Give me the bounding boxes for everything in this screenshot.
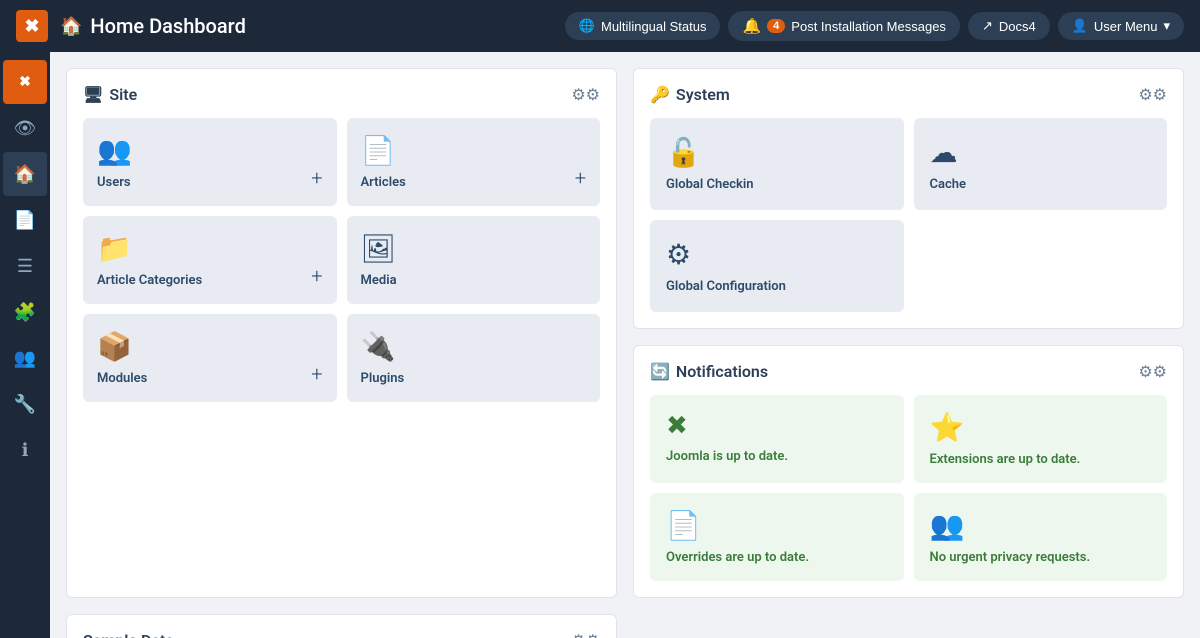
categories-add-icon[interactable]: + <box>311 264 322 288</box>
site-panel-title: 🖥 Site <box>83 85 137 104</box>
global-checkin-item[interactable]: 🔓 Global Checkin <box>650 118 904 210</box>
categories-icon: 📁 <box>97 232 132 265</box>
sidebar-item-system[interactable]: 🔧 <box>3 382 47 426</box>
users-icon: 👥 <box>97 134 132 167</box>
cloud-icon: ☁ <box>930 136 1152 169</box>
articles-add-icon[interactable]: + <box>575 166 586 190</box>
sample-data-panel-header: Sample Data ⚙⚙ <box>83 631 600 638</box>
user-menu-label: User Menu <box>1094 19 1158 34</box>
docs-button[interactable]: ↗ Docs4 <box>968 12 1050 40</box>
star-icon: ⭐ <box>930 411 1152 444</box>
notifications-panel-title: 🔄 Notifications <box>650 362 768 381</box>
joomla-logo[interactable]: ✖ <box>16 10 48 42</box>
sidebar-item-content[interactable]: 📄 <box>3 198 47 242</box>
user-menu-button[interactable]: 👤 User Menu ▾ <box>1058 12 1184 40</box>
sidebar-item-home[interactable]: 🏠 <box>3 152 47 196</box>
notifications-label: Post Installation Messages <box>791 19 946 34</box>
joomla-status-icon: ✖ <box>666 411 888 441</box>
multilingual-label: Multilingual Status <box>601 19 707 34</box>
system-panel-gear[interactable]: ⚙⚙ <box>1138 85 1167 104</box>
users-item[interactable]: 👥 Users + <box>83 118 337 206</box>
notifications-button[interactable]: 🔔 4 Post Installation Messages <box>728 11 959 41</box>
extensions-status-item[interactable]: ⭐ Extensions are up to date. <box>914 395 1168 483</box>
privacy-icon: 👥 <box>930 509 1152 542</box>
multilingual-icon: 🌐 <box>579 18 595 34</box>
modules-add-icon[interactable]: + <box>311 362 322 386</box>
system-panel: 🔑 System ⚙⚙ 🔓 Global Checkin ☁ Cache <box>633 68 1184 329</box>
sidebar-item-menus[interactable]: ☰ <box>3 244 47 288</box>
notifications-panel-gear[interactable]: ⚙⚙ <box>1138 362 1167 381</box>
system-panel-title: 🔑 System <box>650 85 730 104</box>
media-icon: 🖼 <box>361 232 397 265</box>
navbar: ✖ 🏠 Home Dashboard 🌐 Multilingual Status… <box>0 0 1200 52</box>
joomla-status-item[interactable]: ✖ Joomla is up to date. <box>650 395 904 483</box>
main-layout: ✖ 👁 🏠 📄 ☰ 🧩 👥 🔧 ℹ 🖥 Site ⚙⚙ 👥 <box>0 52 1200 638</box>
modules-item[interactable]: 📦 Modules + <box>83 314 337 402</box>
content-area: 🖥 Site ⚙⚙ 👥 Users + 📄 <box>50 52 1200 638</box>
article-categories-item[interactable]: 📁 Article Categories + <box>83 216 337 304</box>
sidebar-item-components[interactable]: 🧩 <box>3 290 47 334</box>
notifications-badge: 4 <box>767 19 785 33</box>
overrides-status-item[interactable]: 📄 Overrides are up to date. <box>650 493 904 581</box>
checkin-icon: 🔓 <box>666 136 888 169</box>
home-icon: 🏠 <box>60 16 82 37</box>
notifications-panel: 🔄 Notifications ⚙⚙ ✖ Joomla is up to dat… <box>633 345 1184 598</box>
media-item[interactable]: 🖼 Media <box>347 216 601 304</box>
sidebar-item-info[interactable]: ℹ <box>3 428 47 472</box>
global-config-item[interactable]: ⚙ Global Configuration <box>650 220 904 312</box>
site-panel-header: 🖥 Site ⚙⚙ <box>83 85 600 104</box>
navbar-title: 🏠 Home Dashboard <box>60 14 246 38</box>
site-panel: 🖥 Site ⚙⚙ 👥 Users + 📄 <box>66 68 617 598</box>
monitor-icon: 🖥 <box>83 85 103 104</box>
modules-icon: 📦 <box>97 330 132 363</box>
bell-icon: 🔔 <box>742 17 761 35</box>
refresh-icon: 🔄 <box>650 362 670 381</box>
sidebar-item-joomla[interactable]: ✖ <box>3 60 47 104</box>
sample-data-panel-gear[interactable]: ⚙⚙ <box>571 631 600 638</box>
users-add-icon[interactable]: + <box>311 166 322 190</box>
articles-icon: 📄 <box>361 134 396 167</box>
site-grid: 👥 Users + 📄 Articles + 📁 <box>83 118 600 402</box>
user-icon: 👤 <box>1072 18 1088 34</box>
right-column: 🔑 System ⚙⚙ 🔓 Global Checkin ☁ Cache <box>633 68 1184 598</box>
notifications-grid: ✖ Joomla is up to date. ⭐ Extensions are… <box>650 395 1167 581</box>
key-icon: 🔑 <box>650 85 670 104</box>
overrides-icon: 📄 <box>666 509 888 542</box>
plugins-item[interactable]: 🔌 Plugins <box>347 314 601 402</box>
sidebar-item-users[interactable]: 👥 <box>3 336 47 380</box>
plugins-icon: 🔌 <box>361 330 396 363</box>
config-icon: ⚙ <box>666 238 888 271</box>
system-panel-header: 🔑 System ⚙⚙ <box>650 85 1167 104</box>
chevron-down-icon: ▾ <box>1163 18 1170 34</box>
sample-data-panel: Sample Data ⚙⚙ 📶 Blog Sample Data ⬇ Inst… <box>66 614 617 638</box>
site-panel-gear[interactable]: ⚙⚙ <box>571 85 600 104</box>
privacy-status-item[interactable]: 👥 No urgent privacy requests. <box>914 493 1168 581</box>
external-link-icon: ↗ <box>982 18 993 34</box>
articles-item[interactable]: 📄 Articles + <box>347 118 601 206</box>
sidebar: ✖ 👁 🏠 📄 ☰ 🧩 👥 🔧 ℹ <box>0 52 50 638</box>
multilingual-status-button[interactable]: 🌐 Multilingual Status <box>565 12 721 40</box>
sidebar-item-preview[interactable]: 👁 <box>3 106 47 150</box>
cache-item[interactable]: ☁ Cache <box>914 118 1168 210</box>
page-title: Home Dashboard <box>90 14 245 38</box>
docs-label: Docs4 <box>999 19 1036 34</box>
sample-data-panel-title: Sample Data <box>83 631 174 638</box>
notifications-panel-header: 🔄 Notifications ⚙⚙ <box>650 362 1167 381</box>
navbar-actions: 🌐 Multilingual Status 🔔 4 Post Installat… <box>565 11 1184 41</box>
system-grid: 🔓 Global Checkin ☁ Cache ⚙ Global Config… <box>650 118 1167 312</box>
